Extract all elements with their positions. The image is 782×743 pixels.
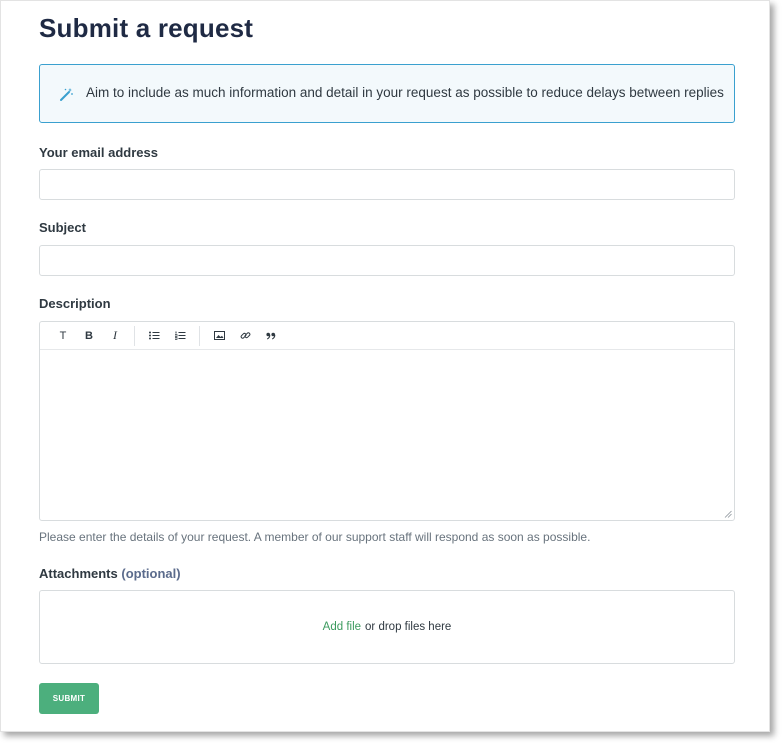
editor-toolbar: T B I	[40, 322, 734, 350]
notice-text: Aim to include as much information and d…	[86, 85, 724, 100]
description-editor: T B I	[39, 321, 735, 521]
submit-button[interactable]: SUBMIT	[39, 683, 99, 714]
email-field[interactable]	[39, 169, 735, 200]
subject-label: Subject	[39, 220, 86, 235]
email-label: Your email address	[39, 145, 158, 160]
description-label: Description	[39, 296, 111, 311]
optional-tag: (optional)	[121, 566, 181, 581]
image-icon	[213, 331, 225, 340]
attachments-label: Attachments (optional)	[39, 566, 181, 581]
magic-wand-icon	[60, 88, 73, 101]
bulleted-list-button[interactable]	[141, 326, 167, 346]
attachments-label-text: Attachments	[39, 566, 118, 581]
text-format-button[interactable]: T	[50, 326, 76, 346]
numbered-list-icon	[174, 331, 185, 340]
subject-field[interactable]	[39, 245, 735, 276]
insert-image-button[interactable]	[206, 326, 232, 346]
drop-files-text: or drop files here	[365, 621, 452, 633]
attachments-dropzone[interactable]: Add file or drop files here	[39, 590, 735, 664]
page-frame: Submit a request Aim to include as much …	[0, 0, 770, 732]
add-file-link[interactable]: Add file	[323, 621, 361, 633]
bold-button[interactable]: B	[76, 326, 102, 346]
link-icon	[240, 332, 250, 339]
description-hint: Please enter the details of your request…	[39, 530, 591, 544]
quote-icon	[266, 332, 276, 340]
resize-handle-icon[interactable]	[724, 510, 732, 518]
blockquote-button[interactable]	[258, 326, 284, 346]
description-textarea[interactable]	[40, 351, 734, 520]
page-title: Submit a request	[39, 13, 254, 43]
bulleted-list-icon	[148, 331, 159, 340]
italic-button[interactable]: I	[102, 326, 128, 346]
toolbar-divider	[199, 325, 200, 346]
toolbar-divider	[134, 325, 135, 346]
insert-link-button[interactable]	[232, 326, 258, 346]
info-notice: Aim to include as much information and d…	[39, 64, 735, 123]
numbered-list-button[interactable]	[167, 326, 193, 346]
